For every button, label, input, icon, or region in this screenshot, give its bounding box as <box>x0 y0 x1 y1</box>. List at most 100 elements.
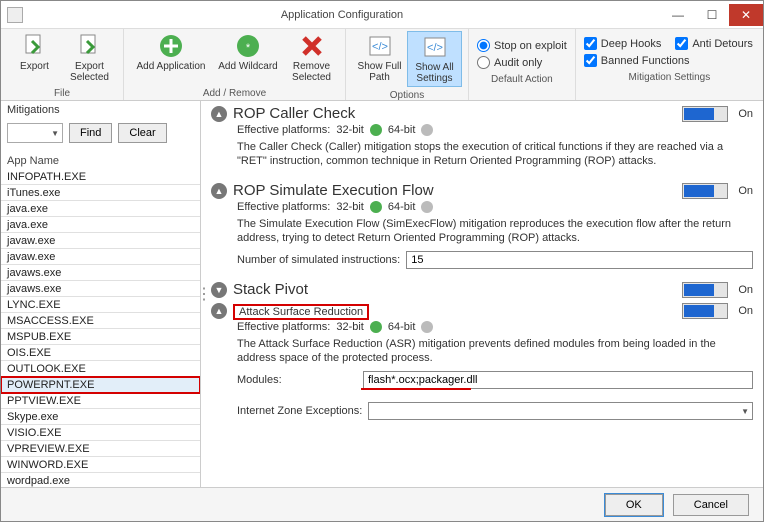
find-button[interactable]: Find <box>69 123 112 143</box>
mitigation-asr: ▲ Attack Surface Reduction On Effective … <box>211 302 753 422</box>
asr-title-text: Attack Surface Reduction <box>233 304 369 320</box>
stop-on-exploit-radio[interactable]: Stop on exploit <box>477 39 567 52</box>
stop-on-exploit-input[interactable] <box>477 39 490 52</box>
list-item[interactable]: VISIO.EXE <box>1 425 200 441</box>
list-item[interactable]: POWERPNT.EXE <box>1 377 200 393</box>
ok-button[interactable]: OK <box>605 494 663 516</box>
list-item[interactable]: iTunes.exe <box>1 185 200 201</box>
list-item[interactable]: INFOPATH.EXE <box>1 169 200 185</box>
stack-pivot-toggle[interactable] <box>682 282 728 298</box>
list-item[interactable]: MSACCESS.EXE <box>1 313 200 329</box>
collapse-icon[interactable]: ▲ <box>211 303 227 319</box>
num-sim-label: Number of simulated instructions: <box>237 254 400 266</box>
platform-32: 32-bit <box>336 321 364 333</box>
app-name-header: App Name <box>1 151 200 169</box>
show-full-path-button[interactable]: </> Show Full Path <box>352 31 407 85</box>
chevron-down-icon: ▼ <box>741 407 749 416</box>
anti-detours-check[interactable]: Anti Detours <box>675 37 753 50</box>
ribbon-group-default: Stop on exploit Audit only Default Actio… <box>469 29 576 100</box>
rop-caller-toggle[interactable] <box>682 106 728 122</box>
mitigations-header: Mitigations <box>1 101 200 119</box>
ribbon-group-mitigation: Deep Hooks Anti Detours Banned Functions… <box>576 29 763 100</box>
titlebar: Application Configuration — ☐ ✕ <box>1 1 763 29</box>
expand-icon[interactable]: ▼ <box>211 282 227 298</box>
ribbon-caption-default: Default Action <box>469 73 575 88</box>
iz-select[interactable]: ▼ <box>368 402 753 420</box>
audit-only-input[interactable] <box>477 56 490 69</box>
export-label: Export <box>20 61 49 72</box>
modules-label: Modules: <box>237 374 357 386</box>
export-icon <box>22 33 48 59</box>
clear-button[interactable]: Clear <box>118 123 166 143</box>
list-item[interactable]: MSPUB.EXE <box>1 329 200 345</box>
audit-only-radio[interactable]: Audit only <box>477 56 567 69</box>
dot-green-icon <box>370 201 382 213</box>
export-selected-label: Export Selected <box>70 61 109 83</box>
rop-caller-title: ROP Caller Check <box>233 105 676 122</box>
list-item[interactable]: OUTLOOK.EXE <box>1 361 200 377</box>
rop-sim-desc: The Simulate Execution Flow (SimExecFlow… <box>211 215 753 249</box>
plus-icon <box>158 33 184 59</box>
list-item[interactable]: LYNC.EXE <box>1 297 200 313</box>
list-item[interactable]: WINWORD.EXE <box>1 457 200 473</box>
stack-pivot-title: Stack Pivot <box>233 281 676 298</box>
eff-label: Effective platforms: <box>237 124 330 136</box>
banned-functions-input[interactable] <box>584 54 597 67</box>
maximize-button[interactable]: ☐ <box>695 4 729 26</box>
rop-sim-toggle[interactable] <box>682 183 728 199</box>
chevron-down-icon: ▼ <box>51 129 59 138</box>
asr-toggle[interactable] <box>682 303 728 319</box>
left-panel: Mitigations ▼ Find Clear App Name INFOPA… <box>1 101 201 487</box>
rop-sim-toggle-label: On <box>738 185 753 197</box>
list-item[interactable]: VPREVIEW.EXE <box>1 441 200 457</box>
deep-hooks-check[interactable]: Deep Hooks <box>584 37 662 50</box>
ribbon-group-options: </> Show Full Path </> Show All Settings… <box>346 29 469 100</box>
deep-hooks-input[interactable] <box>584 37 597 50</box>
app-list[interactable]: INFOPATH.EXEiTunes.exejava.exejava.exeja… <box>1 169 200 487</box>
list-item[interactable]: javaw.exe <box>1 233 200 249</box>
list-item[interactable]: java.exe <box>1 217 200 233</box>
list-item[interactable]: wordpad.exe <box>1 473 200 487</box>
num-sim-input[interactable] <box>406 251 753 269</box>
collapse-icon[interactable]: ▲ <box>211 106 227 122</box>
plus-wildcard-icon: * <box>235 33 261 59</box>
show-full-path-label: Show Full Path <box>358 61 402 83</box>
remove-selected-button[interactable]: Remove Selected <box>284 31 339 85</box>
add-application-button[interactable]: Add Application <box>130 31 212 74</box>
list-item[interactable]: javaws.exe <box>1 281 200 297</box>
svg-text:</>: </> <box>427 42 443 54</box>
rop-sim-title: ROP Simulate Execution Flow <box>233 182 676 199</box>
list-item[interactable]: javaws.exe <box>1 265 200 281</box>
export-button[interactable]: Export <box>7 31 62 74</box>
list-item[interactable]: javaw.exe <box>1 249 200 265</box>
close-button[interactable]: ✕ <box>729 4 763 26</box>
rop-caller-desc: The Caller Check (Caller) mitigation sto… <box>211 138 753 172</box>
list-item[interactable]: java.exe <box>1 201 200 217</box>
list-item[interactable]: PPTVIEW.EXE <box>1 393 200 409</box>
minimize-button[interactable]: — <box>661 4 695 26</box>
show-all-settings-button[interactable]: </> Show All Settings <box>407 31 462 87</box>
code-icon: </> <box>367 33 393 59</box>
add-wildcard-button[interactable]: * Add Wildcard <box>212 31 284 74</box>
dot-gray-icon <box>421 321 433 333</box>
dot-green-icon <box>370 124 382 136</box>
list-item[interactable]: OIS.EXE <box>1 345 200 361</box>
list-item[interactable]: Skype.exe <box>1 409 200 425</box>
eff-label: Effective platforms: <box>237 201 330 213</box>
mitigation-stack-pivot: ▼ Stack Pivot On <box>211 281 753 298</box>
dialog-footer: OK Cancel <box>1 487 763 521</box>
deep-hooks-label: Deep Hooks <box>601 38 662 50</box>
platform-64: 64-bit <box>388 321 416 333</box>
collapse-icon[interactable]: ▲ <box>211 183 227 199</box>
right-panel: ▲ ROP Caller Check On Effective platform… <box>207 101 763 487</box>
filter-combo[interactable]: ▼ <box>7 123 63 143</box>
platform-32: 32-bit <box>336 124 364 136</box>
export-selected-button[interactable]: Export Selected <box>62 31 117 85</box>
anti-detours-input[interactable] <box>675 37 688 50</box>
modules-input[interactable] <box>363 371 753 389</box>
banned-functions-check[interactable]: Banned Functions <box>584 54 755 67</box>
cancel-button[interactable]: Cancel <box>673 494 749 516</box>
show-all-settings-label: Show All Settings <box>415 62 453 84</box>
mitigation-rop-caller: ▲ ROP Caller Check On Effective platform… <box>211 105 753 172</box>
ribbon-group-addremove: Add Application * Add Wildcard Remove Se… <box>124 29 346 100</box>
